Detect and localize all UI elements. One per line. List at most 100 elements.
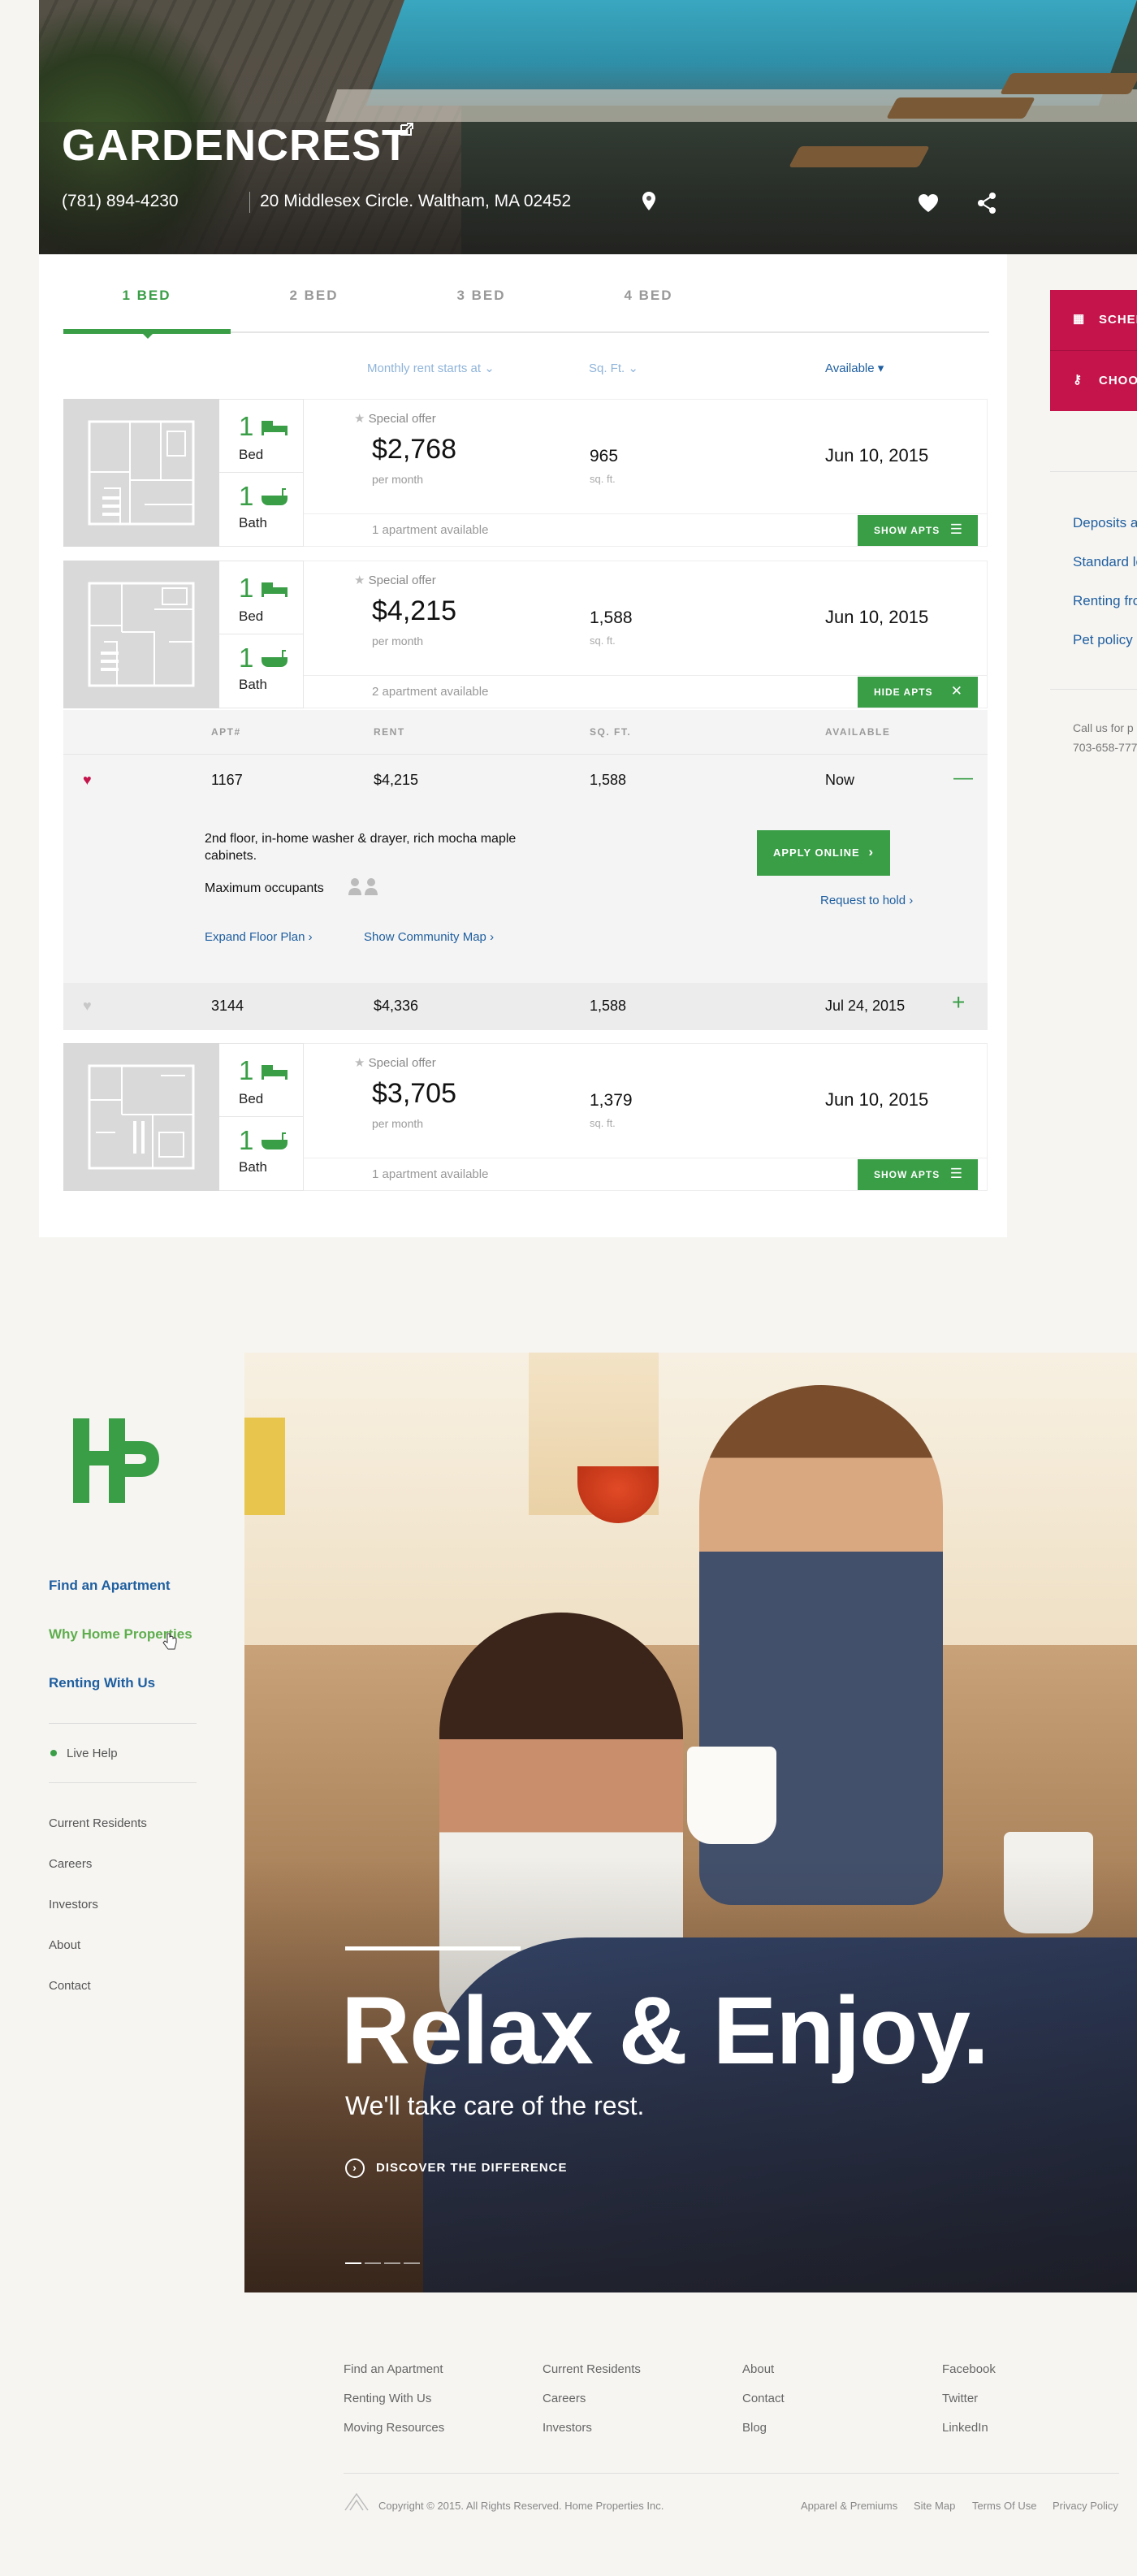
footer-linkedin[interactable]: LinkedIn [942,2421,988,2435]
footer-contact[interactable]: Contact [742,2392,785,2405]
sort-available[interactable]: Available ▾ [825,361,884,375]
bed-count: 1 [239,573,254,603]
bed-box: 1 Bed [219,561,303,634]
nav-find-apartment[interactable]: Find an Apartment [49,1578,171,1594]
nav-current-residents[interactable]: Current Residents [49,1816,147,1830]
lounger-image [789,146,930,167]
floorplan-icon [88,420,195,526]
unit-card: 1 Bed 1 Bath ★ Special offer $3,705 per … [63,1043,988,1191]
divider [304,513,988,514]
choose-button[interactable]: ⚷ CHOOSE [1050,351,1137,411]
tab-1-bed[interactable]: 1 BED [63,276,230,335]
bed-label: Bed [239,608,264,624]
footer-moving[interactable]: Moving Resources [344,2421,444,2435]
footer-investors[interactable]: Investors [543,2421,592,2435]
chevron-right-icon: › [490,930,495,944]
footer-logo-icon [344,2492,369,2511]
expand-row-icon[interactable]: + [952,989,965,1015]
price-period: per month [372,634,424,647]
special-offer[interactable]: ★ Special offer [354,411,436,426]
live-help-link[interactable]: Live Help [67,1747,118,1760]
sidebar-link-renting[interactable]: Renting fro [1073,593,1137,609]
home-properties-logo[interactable] [70,1414,167,1511]
tab-4-bed[interactable]: 4 BED [565,276,732,335]
unit-info: ★ Special offer $2,768 per month 965 sq.… [304,399,988,547]
footer-careers[interactable]: Careers [543,2392,586,2405]
request-hold-link[interactable]: Request to hold › [820,894,913,907]
divider [49,1723,197,1724]
sidebar-link-pet-policy[interactable]: Pet policy [1073,632,1137,648]
nav-careers[interactable]: Careers [49,1857,92,1871]
unit-sqft: 1,379 [590,1091,633,1110]
footer-site-map[interactable]: Site Map [914,2500,955,2512]
tab-3-bed[interactable]: 3 BED [398,276,564,335]
carousel-dot[interactable] [384,2262,400,2264]
discover-difference-link[interactable]: › DISCOVER THE DIFFERENCE [345,2158,568,2178]
property-name: GARDENCREST [62,121,410,170]
favorite-heart-icon[interactable] [918,193,939,213]
divider [344,2473,1119,2474]
col-header-apt: APT# [211,726,241,738]
nav-about[interactable]: About [49,1938,80,1952]
favorite-heart-icon[interactable]: ♥ [83,772,92,789]
footer-apparel[interactable]: Apparel & Premiums [801,2500,897,2512]
bed-count: 1 [239,411,254,441]
special-offer[interactable]: ★ Special offer [354,1055,436,1070]
footer-about[interactable]: About [742,2362,774,2376]
external-link-icon[interactable] [398,120,416,138]
favorite-heart-icon[interactable]: ♥ [83,998,92,1015]
footer-terms[interactable]: Terms Of Use [972,2500,1036,2512]
nav-investors[interactable]: Investors [49,1898,98,1911]
footer-privacy[interactable]: Privacy Policy [1053,2500,1118,2512]
sidebar-link-deposits[interactable]: Deposits and [1073,515,1137,531]
hide-apts-button[interactable]: HIDE APTS ✕ [858,677,978,708]
show-apts-button[interactable]: SHOW APTS ☰ [858,515,978,546]
chevron-right-icon: › [868,844,874,859]
floorplan-thumbnail[interactable] [63,561,219,708]
special-offer[interactable]: ★ Special offer [354,573,436,587]
unit-price: $4,215 [372,595,456,626]
carousel-dot-active[interactable] [345,2262,361,2264]
carousel-dot[interactable] [365,2262,381,2264]
nav-renting-with-us[interactable]: Renting With Us [49,1675,155,1691]
bathtub-icon [262,488,287,505]
apt-rent: $4,215 [374,772,419,788]
sort-rent[interactable]: Monthly rent starts at ⌄ [367,361,495,375]
footer-facebook[interactable]: Facebook [942,2362,996,2376]
call-us-text: Call us for p [1073,721,1134,734]
star-icon: ★ [354,1056,365,1070]
show-apts-button[interactable]: SHOW APTS ☰ [858,1159,978,1190]
nav-contact[interactable]: Contact [49,1979,91,1993]
footer-twitter[interactable]: Twitter [942,2392,978,2405]
footer-blog[interactable]: Blog [742,2421,767,2435]
footer-current-residents[interactable]: Current Residents [543,2362,641,2376]
request-hold-label: Request to hold [820,894,906,907]
share-icon[interactable] [976,192,997,214]
map-pin-icon[interactable] [642,192,656,211]
expand-floor-plan-link[interactable]: Expand Floor Plan › [205,930,313,944]
collapse-row-icon[interactable]: — [953,767,973,790]
bed-icon [262,582,287,597]
floorplan-thumbnail[interactable] [63,1043,219,1191]
community-map-link[interactable]: Show Community Map › [364,930,494,944]
divider [1050,471,1137,472]
schedule-tour-button[interactable]: ▦ SCHEDULE [1050,290,1137,350]
apply-online-button[interactable]: APPLY ONLINE › [757,830,890,876]
col-header-rent: RENT [374,726,405,738]
sort-sqft[interactable]: Sq. Ft. ⌄ [589,361,638,375]
carousel-dot[interactable] [404,2262,420,2264]
footer-find-apartment[interactable]: Find an Apartment [344,2362,443,2376]
footer-renting[interactable]: Renting With Us [344,2392,431,2405]
bath-label: Bath [239,677,267,692]
chevron-right-icon: › [308,930,313,944]
sidebar-link-lease[interactable]: Standard le [1073,554,1137,570]
divider [249,192,250,213]
tab-2-bed[interactable]: 2 BED [231,276,397,335]
photo-mug [687,1747,776,1844]
bed-label: Bed [239,1091,264,1106]
call-us-phone[interactable]: 703-658-777 [1073,741,1137,754]
floorplan-thumbnail[interactable] [63,399,219,547]
property-phone[interactable]: (781) 894-4230 [62,192,179,211]
apt-number: 1167 [211,772,243,788]
unit-price: $2,768 [372,434,456,465]
